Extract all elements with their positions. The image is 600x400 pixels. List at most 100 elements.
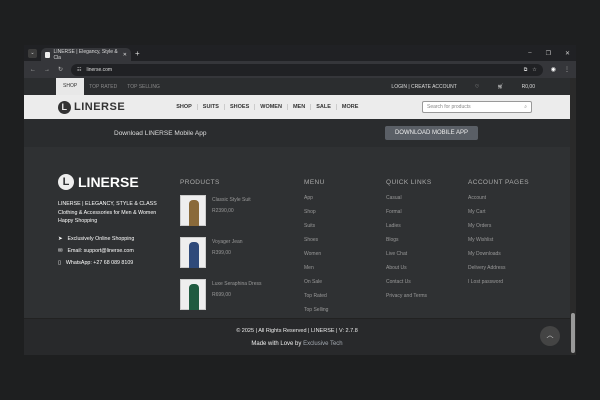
account-link[interactable]: My Cart [468, 209, 550, 223]
product-price: R399,00 [212, 250, 231, 256]
product-price: R699,00 [212, 292, 231, 298]
cart-icon[interactable]: 🛒︎ [492, 84, 508, 90]
top-strip: SHOP TOP RATED TOP SELLING LOGIN | CREAT… [24, 78, 570, 95]
email-icon: ✉ [58, 247, 63, 254]
menu-heading: MENU [304, 179, 325, 186]
nav-women[interactable]: WOMEN [255, 104, 288, 110]
main-nav: SHOP SUITS SHOES WOMEN MEN SALE MORE [171, 104, 363, 110]
new-tab-button[interactable]: + [135, 49, 140, 58]
quick-link[interactable]: Live Chat [386, 251, 468, 265]
minimize-button[interactable]: – [528, 50, 531, 57]
logo-icon: L [58, 174, 74, 190]
scroll-to-top-button[interactable]: ︿ [540, 326, 560, 346]
product-item[interactable]: Voyager Jean R399,00 [180, 237, 304, 279]
quick-link[interactable]: Casual [386, 195, 468, 209]
search-icon[interactable]: ⌕ [524, 104, 527, 110]
menu-link[interactable]: Top Selling [304, 307, 386, 318]
search-input[interactable]: Search for products ⌕ [422, 101, 532, 113]
download-app-button[interactable]: DOWNLOAD MOBILE APP [384, 126, 478, 140]
product-name[interactable]: Luxe Seraphina Dress [212, 281, 261, 287]
account-link[interactable]: My Downloads [468, 251, 550, 265]
close-tab-icon[interactable]: ✕ [123, 52, 127, 58]
scrollbar-thumb[interactable] [571, 313, 575, 353]
maker-link[interactable]: Exclusive Tech [303, 341, 343, 347]
menu-link[interactable]: Shop [304, 209, 386, 223]
nav-men[interactable]: MEN [288, 104, 312, 110]
quick-link[interactable]: Ladies [386, 223, 468, 237]
product-image[interactable] [180, 195, 206, 226]
app-banner: Download LINERSE Mobile App DOWNLOAD MOBI… [24, 119, 570, 147]
menu-link[interactable]: Suits [304, 223, 386, 237]
copyright: © 2025 | All Rights Reserved | LINERSE |… [236, 328, 358, 334]
app-banner-text: Download LINERSE Mobile App [114, 129, 207, 137]
wishlist-heart-icon[interactable]: ♡ [470, 84, 484, 90]
install-icon[interactable]: ⧉ [524, 67, 528, 73]
footer: L LINERSE LINERSE | ELEGANCY, STYLE & CLA… [24, 164, 570, 318]
browser-tab[interactable]: LINERSE | Elegancy, Style & Cla ✕ [41, 48, 131, 61]
address-bar[interactable]: ☷ linerse.com ⧉ ☆ [71, 63, 543, 76]
product-item[interactable]: Classic Style Suit R2390,00 [180, 195, 304, 237]
quick-link[interactable]: Formal [386, 209, 468, 223]
account-link[interactable]: Delivery Address [468, 265, 550, 279]
menu-link[interactable]: Women [304, 251, 386, 265]
product-name[interactable]: Voyager Jean [212, 239, 243, 245]
tab-bar: ⌄ LINERSE | Elegancy, Style & Cla ✕ + – ❐ ✕ [24, 45, 576, 61]
tab-search-button[interactable]: ⌄ [28, 48, 37, 58]
web-page: SHOP TOP RATED TOP SELLING LOGIN | CREAT… [24, 78, 570, 355]
product-image[interactable] [180, 237, 206, 268]
footer-logo: L LINERSE [58, 174, 180, 190]
logo-text: LINERSE [74, 101, 126, 113]
nav-more[interactable]: MORE [337, 104, 364, 110]
tab-shop[interactable]: SHOP [56, 78, 85, 95]
menu-link[interactable]: App [304, 195, 386, 209]
site-info-icon[interactable]: ☷ [77, 67, 81, 73]
account-link[interactable]: I Lost password [468, 279, 550, 293]
bookmark-star-icon[interactable]: ☆ [532, 67, 536, 73]
nav-shoes[interactable]: SHOES [225, 104, 256, 110]
menu-link[interactable]: Shoes [304, 237, 386, 251]
products-heading: PRODUCTS [180, 179, 220, 186]
description-2: Happy Shopping [58, 218, 98, 224]
description: Clothing & Accessories for Men & Women [58, 209, 157, 216]
search-placeholder: Search for products [427, 104, 471, 110]
quick-links-heading: QUICK LINKS [386, 179, 432, 186]
restore-button[interactable]: ❐ [546, 50, 551, 57]
nav-suits[interactable]: SUITS [198, 104, 225, 110]
menu-link[interactable]: On Sale [304, 279, 386, 293]
cart-total: R0,00 [521, 83, 535, 90]
nav-sale[interactable]: SALE [311, 104, 337, 110]
browser-toolbar: ← → ↻ ☷ linerse.com ⧉ ☆ ◉ ⋮ [24, 61, 576, 78]
tab-top-selling[interactable]: TOP SELLING [122, 84, 165, 90]
phone-icon: ▯ [58, 259, 61, 266]
product-price: R2390,00 [212, 208, 234, 214]
quick-link[interactable]: Privacy and Terms [386, 293, 468, 307]
profile-icon[interactable]: ◉ [551, 66, 556, 73]
account-link[interactable]: My Wishlist [468, 237, 550, 251]
forward-icon[interactable]: → [44, 67, 50, 73]
contact-email[interactable]: Email: support@linerse.com [67, 246, 133, 257]
product-image[interactable] [180, 279, 206, 310]
quick-link[interactable]: Blogs [386, 237, 468, 251]
quick-link[interactable]: About Us [386, 265, 468, 279]
login-link[interactable]: LOGIN | CREATE ACCOUNT [386, 84, 461, 90]
tab-top-rated[interactable]: TOP RATED [84, 84, 122, 90]
menu-dots-icon[interactable]: ⋮ [564, 66, 570, 73]
quick-link[interactable]: Contact Us [386, 279, 468, 293]
browser-window: ⌄ LINERSE | Elegancy, Style & Cla ✕ + – ❐ ✕… [24, 45, 576, 355]
back-icon[interactable]: ← [30, 67, 36, 73]
site-header: L LINERSE SHOP SUITS SHOES WOMEN MEN SALE MORE … [24, 95, 570, 119]
account-link[interactable]: Account [468, 195, 550, 209]
logo-icon: L [58, 100, 71, 114]
nav-shop[interactable]: SHOP [171, 104, 198, 110]
close-window-button[interactable]: ✕ [565, 50, 570, 57]
product-item[interactable]: Luxe Seraphina Dress R699,00 [180, 279, 304, 318]
account-link[interactable]: My Orders [468, 223, 550, 237]
menu-link[interactable]: Top Rated [304, 293, 386, 307]
product-name[interactable]: Classic Style Suit [212, 197, 251, 203]
scrollbar[interactable] [570, 78, 576, 355]
reload-icon[interactable]: ↻ [58, 66, 63, 73]
menu-link[interactable]: Men [304, 265, 386, 279]
bottom-bar: © 2025 | All Rights Reserved | LINERSE |… [24, 318, 570, 355]
site-logo[interactable]: L LINERSE [58, 100, 126, 114]
contact-whatsapp[interactable]: WhatsApp: +27 68 089 8109 [66, 258, 133, 269]
